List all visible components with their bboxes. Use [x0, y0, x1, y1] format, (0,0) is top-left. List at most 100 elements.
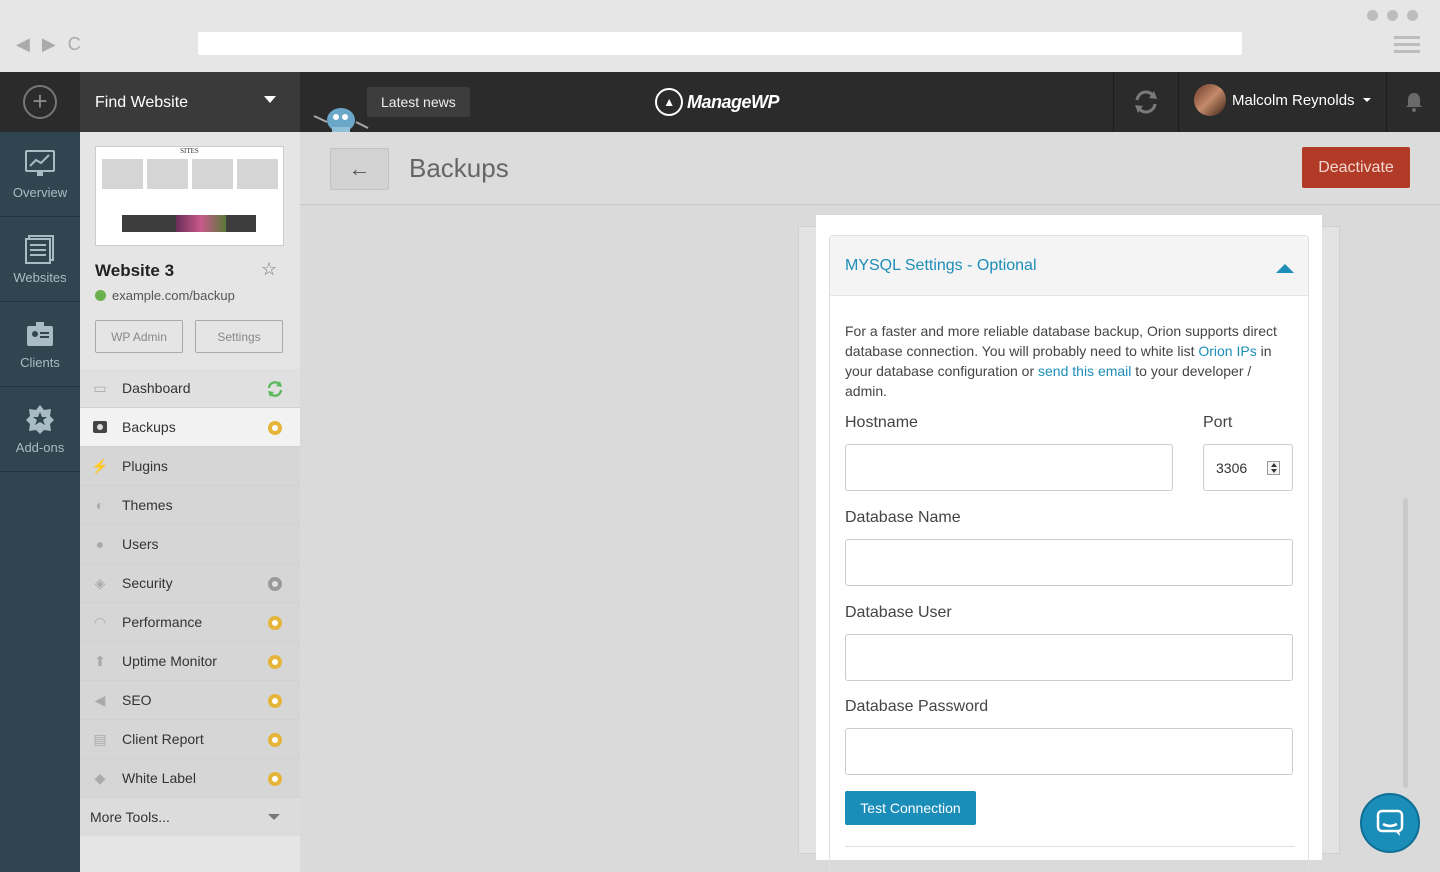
sync-icon: [1135, 90, 1157, 114]
mysql-settings-panel: MYSQL Settings - Optional For a faster a…: [816, 215, 1322, 872]
find-website-label: Find Website: [95, 94, 189, 111]
collapse-arrow-icon[interactable]: [1276, 264, 1294, 273]
status-globe-icon: [95, 290, 106, 301]
avatar: [1194, 84, 1226, 116]
more-tools-label: More Tools...: [90, 809, 170, 825]
settings-button[interactable]: Settings: [195, 320, 283, 353]
chat-button[interactable]: [1360, 793, 1420, 853]
report-icon: ▤: [93, 730, 107, 747]
robot-mascot-icon: [313, 108, 369, 132]
menu-item-uptime-monitor[interactable]: ⬆ Uptime Monitor: [80, 642, 300, 681]
back-arrow-icon[interactable]: ◀: [16, 34, 30, 55]
database-password-input[interactable]: [845, 728, 1293, 775]
mysql-section-header[interactable]: MYSQL Settings - Optional: [830, 236, 1308, 296]
gear-icon: [268, 577, 282, 591]
database-name-input[interactable]: [845, 539, 1293, 586]
gear-icon: [268, 772, 282, 786]
rail-item-websites[interactable]: Websites: [0, 217, 80, 302]
port-stepper-icon[interactable]: [1267, 461, 1280, 475]
menu-item-client-report[interactable]: ▤ Client Report: [80, 720, 300, 759]
plus-circle-icon: +: [23, 85, 57, 119]
rail-item-overview[interactable]: Overview: [0, 132, 80, 217]
forward-arrow-icon[interactable]: ▶: [42, 34, 56, 55]
menu-item-label: Performance: [122, 614, 203, 630]
database-user-input[interactable]: [845, 634, 1293, 681]
menu-item-label: Plugins: [122, 458, 168, 474]
rail-item-clients[interactable]: Clients: [0, 302, 80, 387]
test-connection-button[interactable]: Test Connection: [845, 791, 976, 825]
chat-bubble-icon: [1376, 809, 1404, 836]
menu-item-label: Uptime Monitor: [122, 653, 217, 669]
sync-button[interactable]: [1113, 72, 1179, 132]
menu-item-security[interactable]: ◈ Security: [80, 564, 300, 603]
divider: [845, 846, 1295, 847]
menu-item-label: White Label: [122, 770, 196, 786]
user-menu[interactable]: Malcolm Reynolds: [1194, 84, 1371, 116]
deactivate-button[interactable]: Deactivate: [1302, 147, 1410, 188]
logo-text: ManageWP: [687, 91, 780, 112]
caret-down-icon: [264, 96, 276, 103]
browser-menu-icon[interactable]: [1394, 36, 1420, 57]
menu-item-backups[interactable]: Backups: [80, 408, 300, 447]
orion-ips-link[interactable]: Orion IPs: [1198, 343, 1256, 359]
reload-icon[interactable]: C: [68, 34, 81, 55]
bell-icon: [1405, 93, 1422, 112]
monitor-icon: ▭: [93, 379, 107, 396]
rail-item-addons[interactable]: Add-ons: [0, 387, 80, 472]
backup-icon: [90, 419, 110, 435]
top-bar: + Find Website Latest news ▲ ManageWP Ma…: [0, 72, 1440, 132]
site-url[interactable]: example.com/backup: [95, 288, 235, 303]
rail-label: Websites: [13, 269, 67, 285]
send-email-link[interactable]: send this email: [1038, 363, 1131, 379]
menu-item-label: Client Report: [122, 731, 204, 747]
gear-icon: [268, 733, 282, 747]
addons-star-icon: [24, 404, 56, 434]
menu-item-seo[interactable]: ◀ SEO: [80, 681, 300, 720]
plug-icon: ⚡: [91, 457, 109, 474]
megaphone-icon: ◀: [94, 691, 106, 708]
arrow-left-icon: ←: [348, 156, 371, 181]
browser-chrome: ◀ ▶ C: [0, 0, 1440, 72]
site-panel: SITES Website 3 ☆ example.com/backup WP …: [80, 132, 300, 872]
menu-item-label: Backups: [122, 419, 176, 435]
refresh-icon: [267, 381, 283, 397]
menu-item-label: SEO: [122, 692, 152, 708]
scrollbar[interactable]: [1403, 498, 1408, 788]
wp-admin-button[interactable]: WP Admin: [95, 320, 183, 353]
database-user-label: Database User: [845, 604, 952, 621]
menu-item-label: Themes: [122, 497, 173, 513]
site-menu: ▭ Dashboard Backups ⚡ Plugins ◐ Themes ●…: [80, 369, 300, 836]
clients-icon: [24, 319, 56, 349]
gear-icon: [268, 655, 282, 669]
mysql-description: For a faster and more reliable database …: [845, 323, 1277, 399]
tag-icon: ◆: [94, 769, 106, 786]
add-website-button[interactable]: +: [0, 72, 80, 132]
address-bar[interactable]: [198, 32, 1242, 55]
arrow-up-icon: ⬆: [94, 652, 106, 669]
browser-nav: ◀ ▶ C: [16, 34, 81, 55]
site-title: Website 3: [95, 261, 175, 280]
rail-label: Overview: [12, 184, 68, 200]
menu-item-performance[interactable]: ◠ Performance: [80, 603, 300, 642]
hostname-input[interactable]: [845, 444, 1173, 491]
favorite-star-icon[interactable]: ☆: [261, 259, 277, 280]
rail-label: Clients: [20, 354, 60, 370]
managewp-logo[interactable]: ▲ ManageWP: [655, 88, 780, 116]
menu-item-users[interactable]: ● Users: [80, 525, 300, 564]
menu-item-white-label[interactable]: ◆ White Label: [80, 759, 300, 798]
more-tools-toggle[interactable]: More Tools...: [80, 798, 300, 836]
menu-item-plugins[interactable]: ⚡ Plugins: [80, 447, 300, 486]
port-value: 3306: [1216, 459, 1248, 476]
find-website-dropdown[interactable]: Find Website: [80, 72, 300, 132]
notifications-button[interactable]: [1386, 72, 1440, 132]
latest-news-button[interactable]: Latest news: [367, 87, 470, 117]
overview-chart-icon: [24, 149, 56, 179]
site-url-text: example.com/backup: [112, 288, 235, 303]
menu-item-dashboard[interactable]: ▭ Dashboard: [80, 369, 300, 408]
site-thumbnail[interactable]: SITES: [95, 146, 284, 246]
menu-item-themes[interactable]: ◐ Themes: [80, 486, 300, 525]
port-input[interactable]: 3306: [1203, 444, 1293, 491]
back-button[interactable]: ←: [330, 148, 389, 190]
menu-item-label: Security: [122, 575, 173, 591]
caret-down-icon: [268, 814, 280, 820]
